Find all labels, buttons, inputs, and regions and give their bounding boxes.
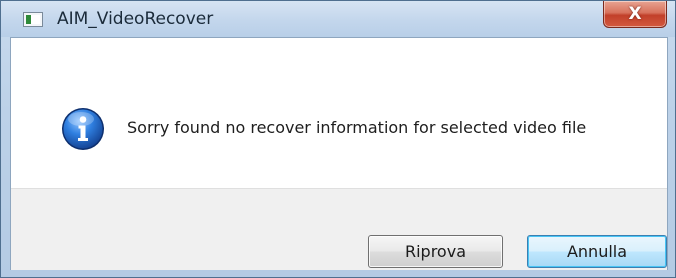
- message-area: Sorry found no recover information for s…: [11, 38, 667, 188]
- dialog-content: Sorry found no recover information for s…: [10, 37, 668, 270]
- close-button[interactable]: X: [603, 1, 667, 28]
- retry-button[interactable]: Riprova: [368, 235, 503, 268]
- app-icon: [23, 12, 43, 27]
- button-bar: Riprova Annulla: [11, 188, 667, 270]
- dialog-window: AIM_VideoRecover X Sorry found no recove…: [0, 0, 676, 278]
- info-icon: [62, 108, 104, 150]
- window-title: AIM_VideoRecover: [57, 9, 214, 29]
- title-bar[interactable]: AIM_VideoRecover X: [1, 1, 675, 37]
- message-text: Sorry found no recover information for s…: [127, 118, 587, 137]
- close-icon: X: [628, 3, 642, 24]
- cancel-button[interactable]: Annulla: [527, 235, 667, 268]
